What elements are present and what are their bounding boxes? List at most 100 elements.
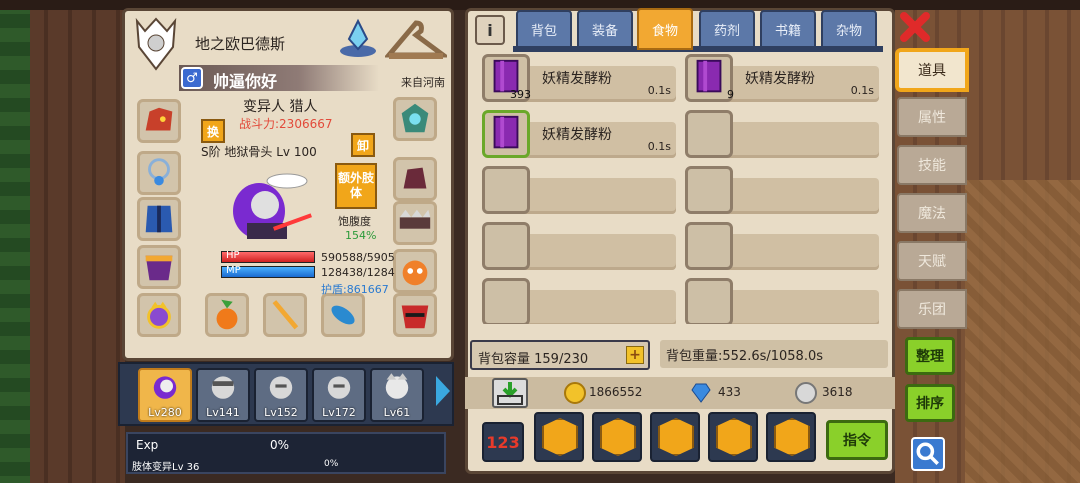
search-icon[interactable] [911,437,945,471]
roster-level: Lv172 [322,406,356,419]
tab-potions[interactable]: 药剂 [699,10,755,48]
character-avatar [233,173,312,239]
satiety-value: 154% [345,229,377,242]
roster-character-1[interactable]: Lv280 [138,368,192,422]
item-slot [482,222,530,270]
equip-slot-legs[interactable] [137,245,181,289]
dragon-helmet-icon [145,107,173,131]
numbered-sort-button[interactable]: 123 [482,422,524,462]
hp-bar: HP [221,250,315,263]
exp-panel: Exp 0% 肢体变异Lv 36 0% [126,432,446,474]
equip-slot-gloves[interactable] [393,157,437,201]
roster-level: Lv61 [383,406,411,419]
hp-label: HP [226,250,240,261]
mp-label: MP [226,265,241,276]
tab-books[interactable]: 书籍 [760,10,816,48]
filter-spear-button[interactable] [708,412,758,462]
tab-food[interactable]: 食物 [637,8,693,50]
equip-slot-emblem[interactable] [393,97,437,141]
exp-label: Exp [136,438,159,452]
item-slot [685,278,733,324]
inventory-item[interactable]: 妖精发酵粉 0.1s [482,110,677,160]
info-icon[interactable]: i [475,15,505,45]
inventory-empty-slot[interactable] [685,166,880,216]
silver-amount: 3618 [822,385,853,399]
filter-armor-button[interactable] [534,412,584,462]
expand-capacity-button[interactable]: + [626,346,644,364]
item-name: 妖精发酵粉 [542,127,612,143]
roster-character-2[interactable]: Lv141 [196,368,250,422]
side-tab-attributes[interactable]: 属性 [897,97,967,137]
equip-slot-weapon[interactable] [263,293,307,337]
command-button[interactable]: 指令 [826,420,888,460]
male-gender-icon: ♂ [181,67,203,89]
diamond-icon [691,383,711,403]
equip-slot-boots[interactable] [393,293,437,337]
inventory-empty-slot[interactable] [685,110,880,160]
purple-greaves-icon [145,255,173,281]
side-tab-talents[interactable]: 天赋 [897,241,967,281]
inventory-empty-slot[interactable] [685,222,880,272]
filter-shield-button[interactable] [592,412,642,462]
unequip-button[interactable]: 卸 [351,133,375,157]
side-tab-magic[interactable]: 魔法 [897,193,967,233]
equip-slot-pet[interactable] [205,293,249,337]
crystal-emblem-icon [401,103,429,133]
limb-mutation-percent: 0% [324,459,339,469]
item-slot [482,110,530,158]
sort-button[interactable]: 排序 [905,384,955,422]
exp-percent: 0% [270,438,290,452]
roster-character-3[interactable]: Lv152 [254,368,308,422]
store-inventory-icon[interactable] [492,378,528,408]
character-portrait-icon [269,376,293,399]
character-panel: 地之欧巴德斯 ♂ 帅逼你好 来自河南 变异人 猎人 战斗力:2306667 换 … [122,8,454,361]
tab-backpack[interactable]: 背包 [516,10,572,48]
inventory-item[interactable]: 393 妖精发酵粉 0.1s [482,54,677,104]
satiety-label: 饱腹度 [338,215,371,228]
filter-shuriken-button[interactable] [650,412,700,462]
diamond-amount: 433 [718,385,741,399]
inventory-empty-slot[interactable] [482,278,677,324]
gold-amount: 1866552 [589,385,643,399]
character-portrait-icon [211,376,235,399]
side-tab-band[interactable]: 乐团 [897,289,967,329]
close-icon[interactable] [898,10,932,44]
roster-next-arrow-icon[interactable] [436,376,450,406]
organize-button[interactable]: 整理 [905,337,955,375]
title-badge-icon[interactable] [335,15,381,61]
side-tab-items[interactable]: 道具 [897,50,967,90]
extra-limb-button[interactable]: 额外肢体 [335,163,377,209]
background-left [0,0,125,483]
equip-slot-neck[interactable] [137,151,181,195]
backpack-weight: 背包重量:552.6s/1058.0s [660,340,888,368]
side-tab-skills[interactable]: 技能 [897,145,967,185]
equip-slot-head[interactable] [137,99,181,143]
equip-slot-ring[interactable] [137,293,181,337]
inventory-item[interactable]: 9 妖精发酵粉 0.1s [685,54,880,104]
character-classes: 变异人 猎人 [243,99,318,115]
equip-slot-belt[interactable] [393,201,437,245]
tab-misc[interactable]: 杂物 [821,10,877,48]
item-bar [508,234,676,270]
filter-sword-button[interactable] [766,412,816,462]
character-portrait-icon [153,376,177,399]
swap-button[interactable]: 换 [201,119,225,143]
staff-icon [272,300,299,330]
roster-character-4[interactable]: Lv172 [312,368,366,422]
equip-slot-armor[interactable] [137,197,181,241]
tab-equipment[interactable]: 装备 [577,10,633,48]
inventory-empty-slot[interactable] [685,278,880,324]
roster-character-5[interactable]: Lv61 [370,368,424,422]
inventory-empty-slot[interactable] [482,222,677,272]
roster-level: Lv141 [206,406,240,419]
item-bar [711,234,879,270]
blue-fish-icon [331,305,355,325]
wardrobe-hanger-icon[interactable] [385,19,447,63]
capacity-text: 背包容量 159/230 [478,352,589,367]
item-slot [482,278,530,324]
equip-slot-offhand[interactable] [321,293,365,337]
inventory-empty-slot[interactable] [482,166,677,216]
guild-emblem-icon[interactable] [133,17,179,71]
item-count: 393 [510,88,531,101]
item-slot [685,222,733,270]
